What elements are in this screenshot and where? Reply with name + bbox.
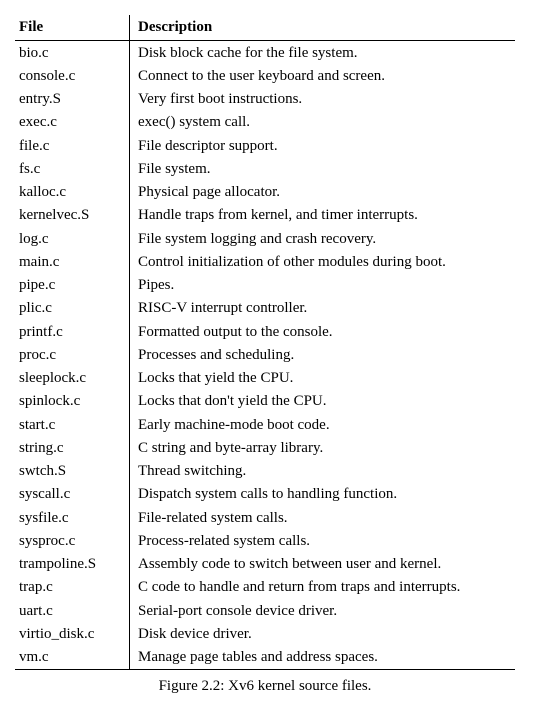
cell-file: log.c [15,227,130,250]
table-row: pipe.cPipes. [15,274,515,297]
cell-file: console.c [15,64,130,87]
cell-description: Physical page allocator. [130,181,516,204]
cell-description: exec() system call. [130,111,516,134]
cell-file: pipe.c [15,274,130,297]
cell-description: RISC-V interrupt controller. [130,297,516,320]
table-header-row: File Description [15,15,515,41]
table-row: printf.cFormatted output to the console. [15,320,515,343]
cell-description: Formatted output to the console. [130,320,516,343]
source-files-table: File Description bio.cDisk block cache f… [15,15,515,670]
cell-file: string.c [15,436,130,459]
table-row: swtch.SThread switching. [15,460,515,483]
table-row: uart.cSerial-port console device driver. [15,599,515,622]
cell-description: Assembly code to switch between user and… [130,553,516,576]
cell-file: kalloc.c [15,181,130,204]
table-row: entry.SVery first boot instructions. [15,88,515,111]
cell-description: File system. [130,157,516,180]
cell-description: Early machine-mode boot code. [130,413,516,436]
table-row: console.cConnect to the user keyboard an… [15,64,515,87]
cell-file: vm.c [15,646,130,670]
cell-file: trap.c [15,576,130,599]
table-row: bio.cDisk block cache for the file syste… [15,41,515,65]
cell-file: entry.S [15,88,130,111]
cell-file: main.c [15,250,130,273]
cell-file: kernelvec.S [15,204,130,227]
cell-description: Control initialization of other modules … [130,250,516,273]
figure-caption: Figure 2.2: Xv6 kernel source files. [15,678,515,695]
cell-file: plic.c [15,297,130,320]
source-files-table-container: File Description bio.cDisk block cache f… [15,15,515,695]
table-row: trampoline.SAssembly code to switch betw… [15,553,515,576]
cell-description: Handle traps from kernel, and timer inte… [130,204,516,227]
table-row: string.cC string and byte-array library. [15,436,515,459]
cell-description: Thread switching. [130,460,516,483]
cell-description: File system logging and crash recovery. [130,227,516,250]
cell-description: Serial-port console device driver. [130,599,516,622]
cell-file: exec.c [15,111,130,134]
table-row: kernelvec.SHandle traps from kernel, and… [15,204,515,227]
cell-description: Connect to the user keyboard and screen. [130,64,516,87]
table-row: virtio_disk.cDisk device driver. [15,622,515,645]
header-description: Description [130,15,516,41]
cell-file: start.c [15,413,130,436]
table-row: exec.cexec() system call. [15,111,515,134]
cell-file: sysproc.c [15,529,130,552]
cell-file: sysfile.c [15,506,130,529]
table-row: spinlock.cLocks that don't yield the CPU… [15,390,515,413]
cell-description: Dispatch system calls to handling functi… [130,483,516,506]
cell-file: fs.c [15,157,130,180]
table-row: trap.cC code to handle and return from t… [15,576,515,599]
table-row: fs.cFile system. [15,157,515,180]
table-row: proc.cProcesses and scheduling. [15,343,515,366]
cell-file: swtch.S [15,460,130,483]
cell-description: Locks that yield the CPU. [130,367,516,390]
cell-description: Locks that don't yield the CPU. [130,390,516,413]
table-row: file.cFile descriptor support. [15,134,515,157]
cell-file: trampoline.S [15,553,130,576]
table-row: kalloc.cPhysical page allocator. [15,181,515,204]
cell-file: uart.c [15,599,130,622]
cell-file: virtio_disk.c [15,622,130,645]
cell-description: Disk device driver. [130,622,516,645]
table-row: sysproc.cProcess-related system calls. [15,529,515,552]
cell-description: C string and byte-array library. [130,436,516,459]
table-row: main.cControl initialization of other mo… [15,250,515,273]
cell-file: syscall.c [15,483,130,506]
table-row: syscall.cDispatch system calls to handli… [15,483,515,506]
cell-description: Process-related system calls. [130,529,516,552]
table-row: vm.cManage page tables and address space… [15,646,515,670]
table-row: sleeplock.cLocks that yield the CPU. [15,367,515,390]
cell-description: Disk block cache for the file system. [130,41,516,65]
cell-description: Very first boot instructions. [130,88,516,111]
cell-description: Manage page tables and address spaces. [130,646,516,670]
cell-file: bio.c [15,41,130,65]
table-row: plic.cRISC-V interrupt controller. [15,297,515,320]
cell-description: Processes and scheduling. [130,343,516,366]
table-row: sysfile.cFile-related system calls. [15,506,515,529]
cell-file: sleeplock.c [15,367,130,390]
table-row: log.cFile system logging and crash recov… [15,227,515,250]
cell-description: File-related system calls. [130,506,516,529]
cell-description: Pipes. [130,274,516,297]
cell-description: C code to handle and return from traps a… [130,576,516,599]
cell-file: proc.c [15,343,130,366]
cell-file: spinlock.c [15,390,130,413]
cell-description: File descriptor support. [130,134,516,157]
header-file: File [15,15,130,41]
cell-file: printf.c [15,320,130,343]
table-row: start.cEarly machine-mode boot code. [15,413,515,436]
cell-file: file.c [15,134,130,157]
